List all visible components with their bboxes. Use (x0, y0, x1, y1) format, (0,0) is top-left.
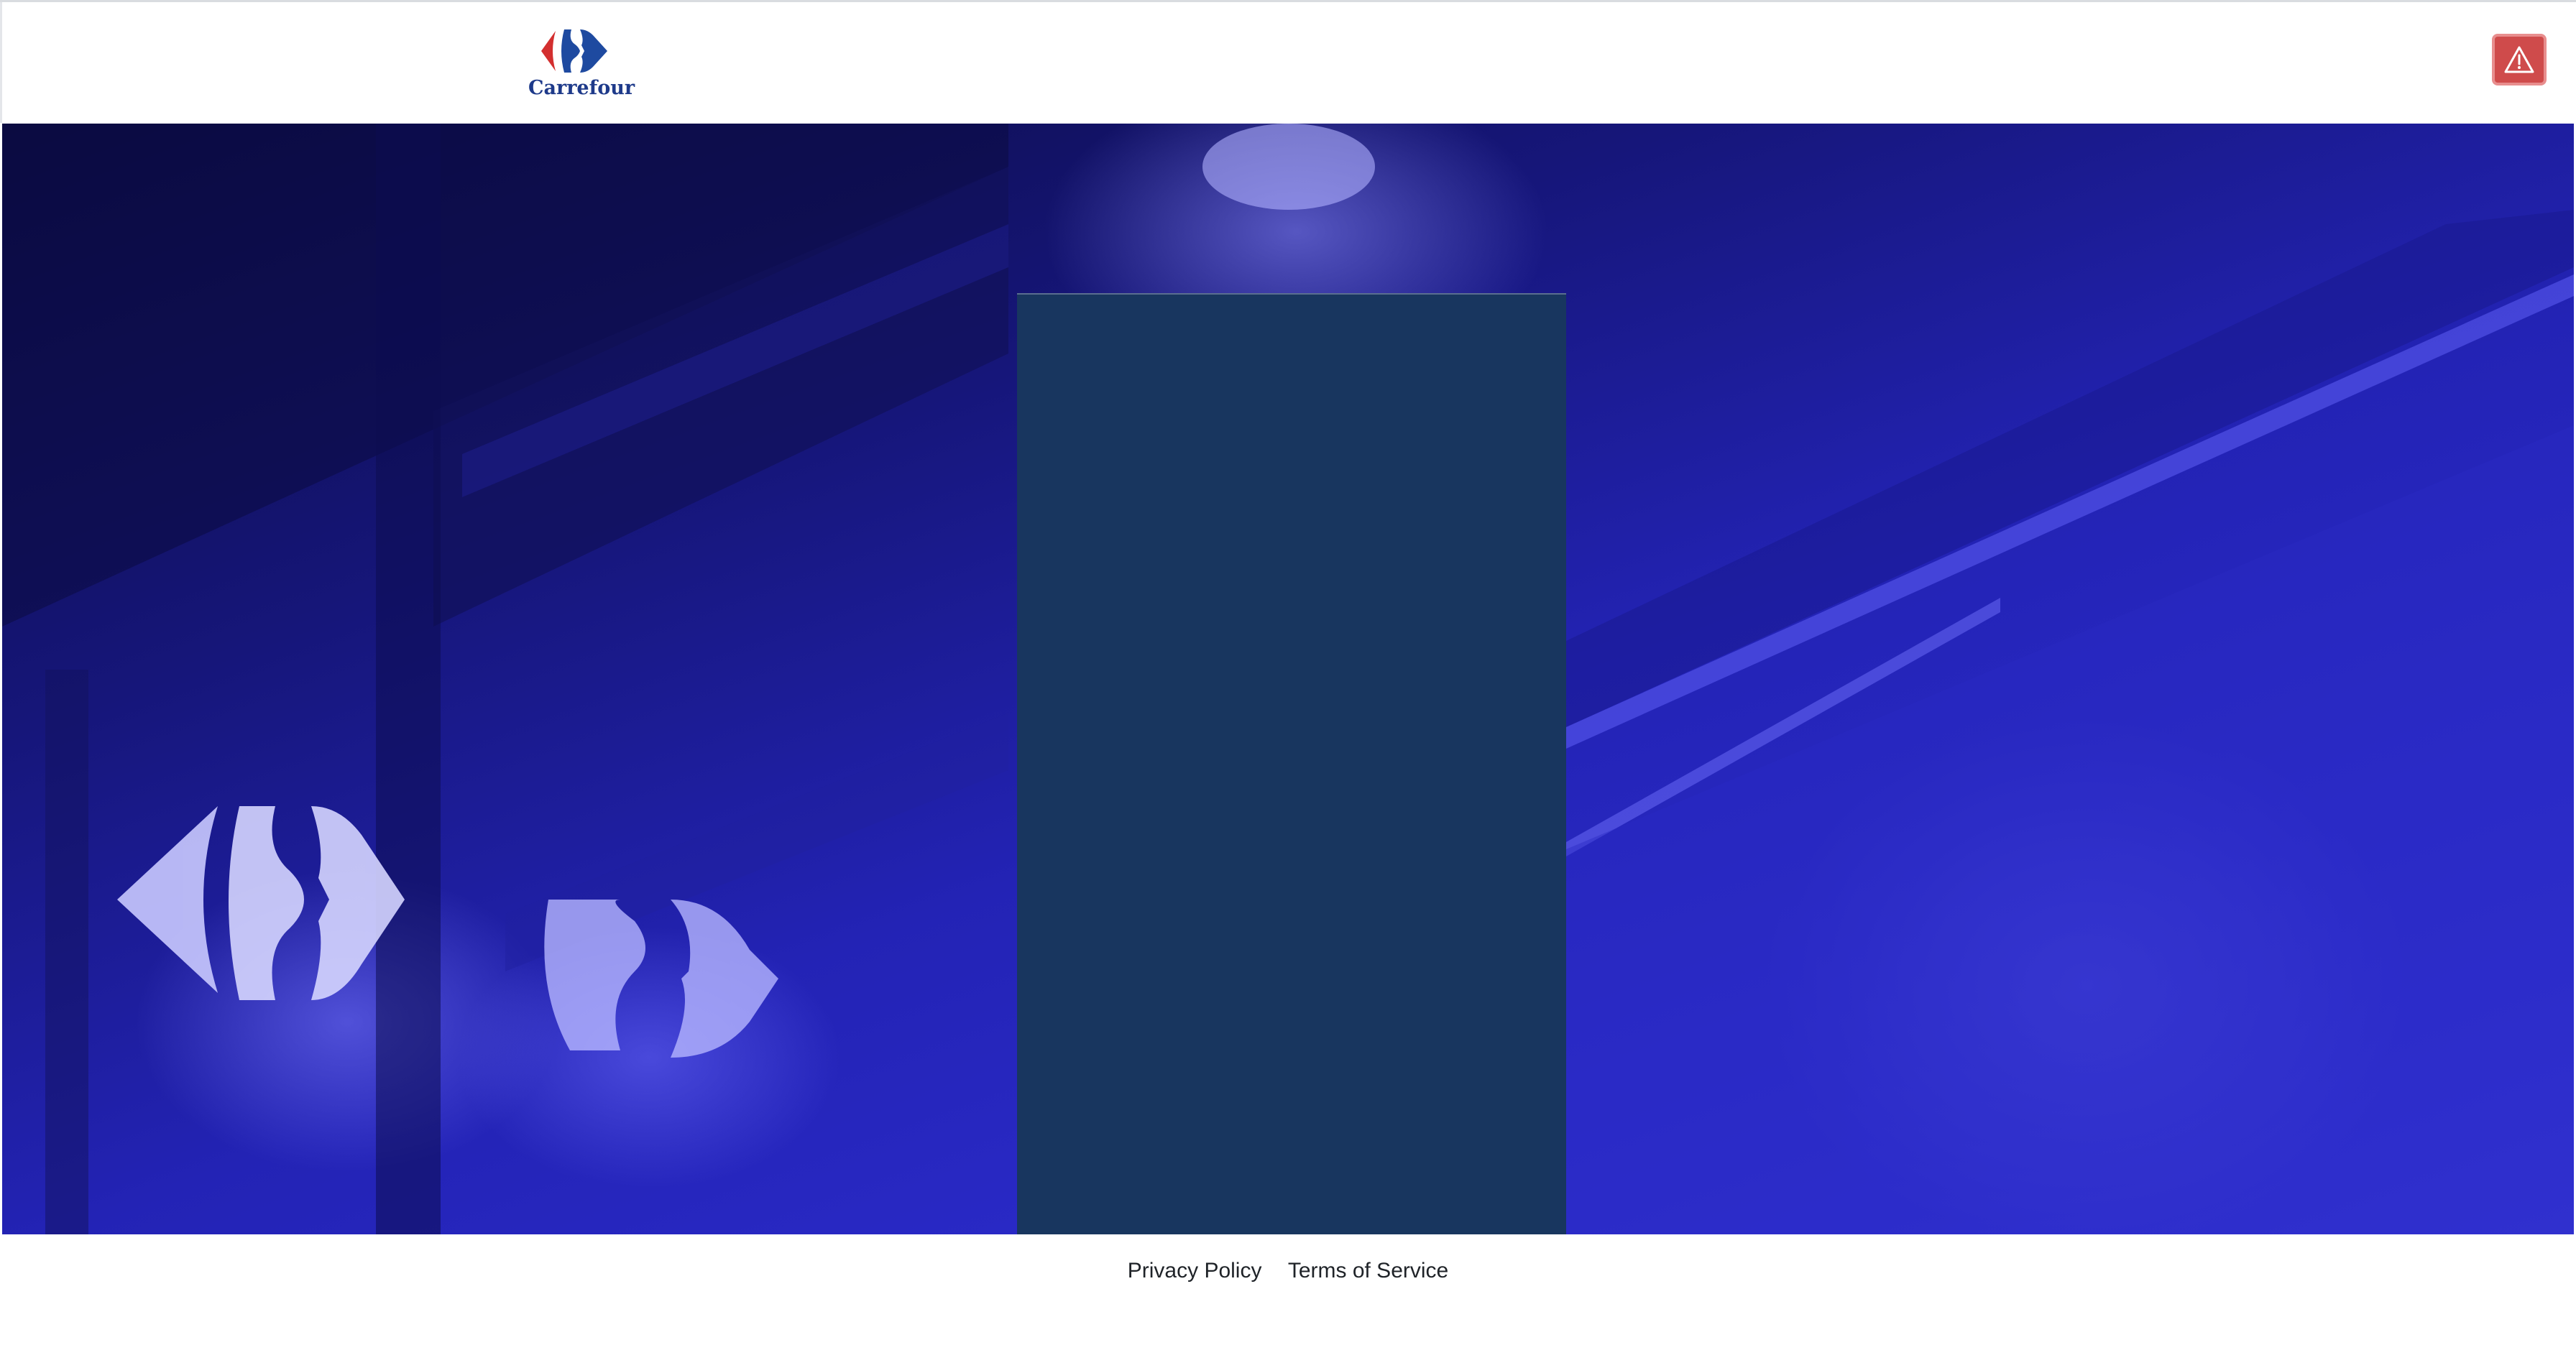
carrefour-logo[interactable]: Carrefour (528, 27, 635, 106)
page: Carrefour Privacy Policy Terms of Servic… (0, 0, 2576, 1368)
footer: Privacy Policy Terms of Service (0, 1234, 2576, 1368)
logo-text: Carrefour (528, 77, 635, 99)
warning-button[interactable] (2492, 34, 2547, 86)
privacy-policy-link[interactable]: Privacy Policy (1128, 1259, 1262, 1283)
header: Carrefour (0, 2, 2576, 123)
terms-of-service-link[interactable]: Terms of Service (1288, 1259, 1448, 1283)
warning-icon (2504, 46, 2534, 73)
footer-links: Privacy Policy Terms of Service (0, 1259, 2576, 1283)
content-panel (1017, 293, 1566, 1234)
hero-background-image (2, 124, 2574, 1234)
carrefour-logo-icon (541, 29, 607, 73)
